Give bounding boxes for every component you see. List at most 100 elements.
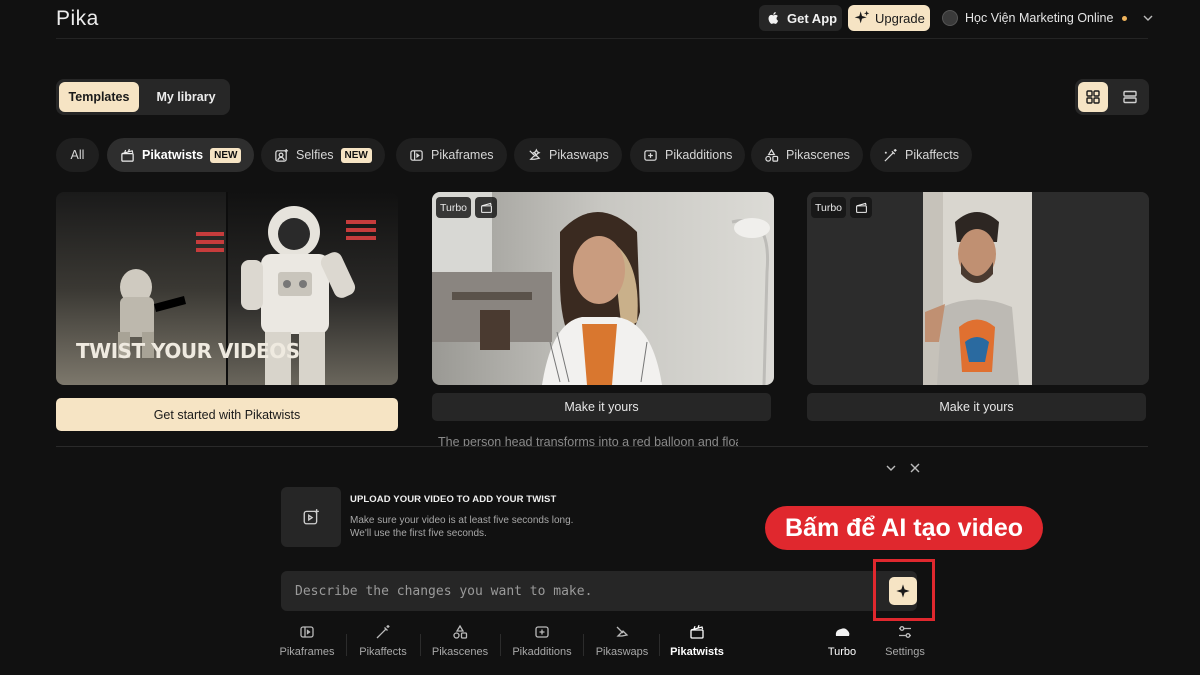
get-started-pikatwists-button[interactable]: Get started with Pikatwists (56, 398, 398, 431)
swap-icon (614, 624, 630, 640)
turbo-icon (833, 624, 851, 640)
filter-pikatwists[interactable]: Pikatwists NEW (107, 138, 255, 172)
filter-label: Pikaswaps (549, 148, 609, 162)
tool-label: Pikaffects (359, 646, 407, 658)
filter-selfies[interactable]: Selfies NEW (261, 138, 385, 172)
tool-label: Pikaswaps (595, 646, 649, 658)
close-button[interactable] (908, 461, 922, 475)
filter-label: All (70, 148, 85, 162)
tool-pikascenes[interactable]: Pikascenes (432, 624, 488, 658)
frames-icon (409, 148, 424, 163)
get-app-button[interactable]: Get App (759, 5, 842, 31)
tool-label: Turbo (827, 646, 857, 658)
panel-divider (56, 446, 1148, 447)
highlight-box (873, 559, 935, 621)
list-icon (1122, 89, 1138, 105)
filter-label: Pikadditions (665, 148, 733, 162)
grid-icon (1085, 89, 1101, 105)
tool-label: Pikatwists (670, 646, 724, 658)
astronaut-image: TWIST YOUR VIDEOS (56, 192, 398, 385)
upgrade-label: Upgrade (875, 10, 925, 26)
sparkle-icon (854, 10, 870, 26)
wand-icon (375, 624, 391, 640)
man-image (807, 192, 1149, 385)
notification-dot (1122, 15, 1128, 21)
toolbar-divider (346, 634, 347, 656)
tool-label: Settings (885, 646, 925, 658)
tool-pikaframes[interactable]: Pikaframes (279, 624, 335, 658)
pika-logo[interactable]: Pika (56, 7, 99, 31)
swap-icon (527, 148, 542, 163)
library-tabs: Templates My library (56, 79, 230, 115)
apple-icon (767, 11, 781, 25)
filter-all[interactable]: All (56, 138, 99, 172)
template-card-woman[interactable]: Turbo (432, 192, 774, 385)
card-overlay-text: TWIST YOUR VIDEOS (76, 339, 300, 363)
sliders-icon (897, 624, 913, 640)
clapper-icon (689, 624, 705, 640)
toolbar-divider (659, 634, 660, 656)
add-icon (643, 148, 658, 163)
filter-pikaframes[interactable]: Pikaframes (396, 138, 507, 172)
settings-button[interactable]: Settings (884, 624, 926, 658)
grid-view-button[interactable] (1078, 82, 1108, 112)
clapper-icon (850, 197, 872, 218)
close-icon (909, 462, 921, 474)
filter-label: Pikascenes (786, 148, 850, 162)
upload-desc-line: We'll use the first five seconds. (350, 528, 487, 539)
upload-desc-line: Make sure your video is at least five se… (350, 515, 574, 526)
user-name: Học Viện Marketing Online (965, 11, 1114, 25)
user-menu[interactable]: Học Viện Marketing Online (942, 8, 1154, 28)
upload-description: Make sure your video is at least five se… (350, 514, 610, 540)
filter-label: Pikaframes (431, 148, 494, 162)
wand-icon (883, 148, 898, 163)
turbo-toggle[interactable]: Turbo (825, 624, 859, 658)
tool-label: Pikadditions (512, 646, 572, 658)
list-view-button[interactable] (1115, 82, 1145, 112)
tool-pikatwists[interactable]: Pikatwists (670, 624, 724, 658)
toolbar-divider (420, 634, 421, 656)
turbo-tag: Turbo (436, 197, 471, 218)
make-it-yours-button[interactable]: Make it yours (432, 393, 771, 421)
header-divider (56, 38, 1148, 39)
pikatwists-preview[interactable]: TWIST YOUR VIDEOS (56, 192, 398, 385)
template-card-man[interactable]: Turbo (807, 192, 1149, 385)
tool-label: Pikascenes (431, 646, 489, 658)
selfie-icon (274, 148, 289, 163)
tool-pikaswaps[interactable]: Pikaswaps (595, 624, 649, 658)
chevron-down-icon (885, 462, 897, 474)
filter-pikascenes[interactable]: Pikascenes (751, 138, 863, 172)
tool-label: Pikaframes (279, 646, 335, 658)
filter-label: Pikatwists (142, 148, 204, 162)
woman-image (432, 192, 774, 385)
clapper-icon (475, 197, 497, 218)
add-icon (534, 624, 550, 640)
tool-pikaffects[interactable]: Pikaffects (358, 624, 408, 658)
shapes-icon (764, 148, 779, 163)
new-badge: NEW (340, 147, 372, 163)
filter-label: Pikaffects (905, 148, 959, 162)
turbo-tag: Turbo (811, 197, 846, 218)
make-it-yours-button[interactable]: Make it yours (807, 393, 1146, 421)
filter-label: Selfies (296, 148, 334, 162)
upload-video-button[interactable] (281, 487, 341, 547)
avatar (942, 10, 958, 26)
tab-my-library[interactable]: My library (144, 82, 228, 112)
tab-templates[interactable]: Templates (59, 82, 139, 112)
view-toggle (1075, 79, 1149, 115)
video-upload-icon (302, 508, 320, 526)
prompt-input[interactable] (281, 571, 917, 611)
clapper-icon (120, 148, 135, 163)
toolbar-divider (500, 634, 501, 656)
filter-pikaswaps[interactable]: Pikaswaps (514, 138, 622, 172)
tool-pikadditions[interactable]: Pikadditions (512, 624, 572, 658)
filter-pikadditions[interactable]: Pikadditions (630, 138, 746, 172)
filter-pikaffects[interactable]: Pikaffects (870, 138, 972, 172)
upgrade-button[interactable]: Upgrade (848, 5, 930, 31)
shapes-icon (452, 624, 468, 640)
get-app-label: Get App (787, 10, 838, 26)
chevron-down-icon (1142, 12, 1154, 24)
frames-icon (299, 624, 315, 640)
new-badge: NEW (210, 147, 242, 163)
collapse-button[interactable] (884, 461, 898, 475)
